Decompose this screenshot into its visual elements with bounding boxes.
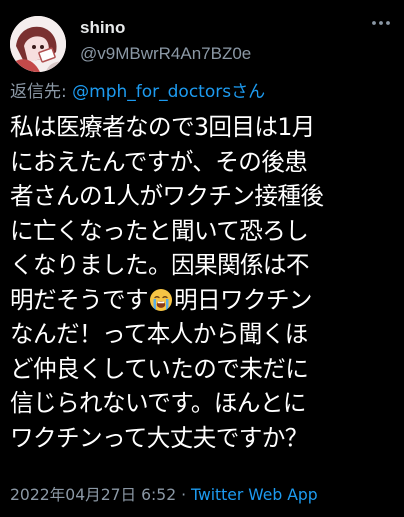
tweet-line: におえたんですが、その後患 [10,147,308,176]
reply-mention[interactable]: @mph_for_doctors [72,82,231,102]
more-options-button[interactable] [370,12,392,34]
reply-mention-link[interactable]: @mph_for_doctorsさん [72,82,265,102]
tweet-meta: 2022年04月27日 6:52 · Twitter Web App [10,485,318,505]
tweet-text: 私は医療者なので3回目は1月 におえたんですが、その後患 者さんの1人がワクチン… [10,110,402,455]
anime-character-avatar-icon [10,16,66,72]
tweet-line: 私は医療者なので3回目は1月 [10,113,315,141]
tweet-header: shino @v9MBwrR4An7BZ0e [10,8,394,72]
user-handle[interactable]: @v9MBwrR4An7BZ0e [80,44,251,64]
avatar[interactable] [10,16,66,72]
display-name[interactable]: shino [80,18,251,38]
reply-prefix: 返信先: [10,82,67,102]
tweet-line: ど仲良くしていたので未だに [10,354,309,383]
tweet-line-part: 明だそうです [10,285,149,314]
tweet-line: 信じられないです。ほんとに [10,389,306,417]
reply-context: 返信先: @mph_for_doctorsさん [10,81,265,103]
meta-separator: · [176,486,192,504]
tweet-source-link[interactable]: Twitter Web App [191,486,318,504]
tweet-line: に亡くなったと聞いて恐ろし [10,216,309,245]
tweet-line: ワクチンって大丈夫ですか？ [10,423,308,452]
tweet-line-with-emoji: 明だそうです 明日ワクチン [10,283,402,318]
tweet-line: なんだ！って本人から聞くほ [10,320,308,348]
more-options-icon [372,21,390,25]
user-info: shino @v9MBwrR4An7BZ0e [80,18,251,64]
reply-suffix[interactable]: さん [231,82,265,102]
tweet-timestamp[interactable]: 2022年04月27日 6:52 [10,486,176,504]
tweet-line: 者さんの1人がワクチン接種後 [10,182,324,210]
tweet-line: くなりました。因果関係は不 [10,251,310,279]
loudly-crying-face-emoji-icon [149,288,173,312]
tweet-line-part: 明日ワクチン [173,285,313,314]
